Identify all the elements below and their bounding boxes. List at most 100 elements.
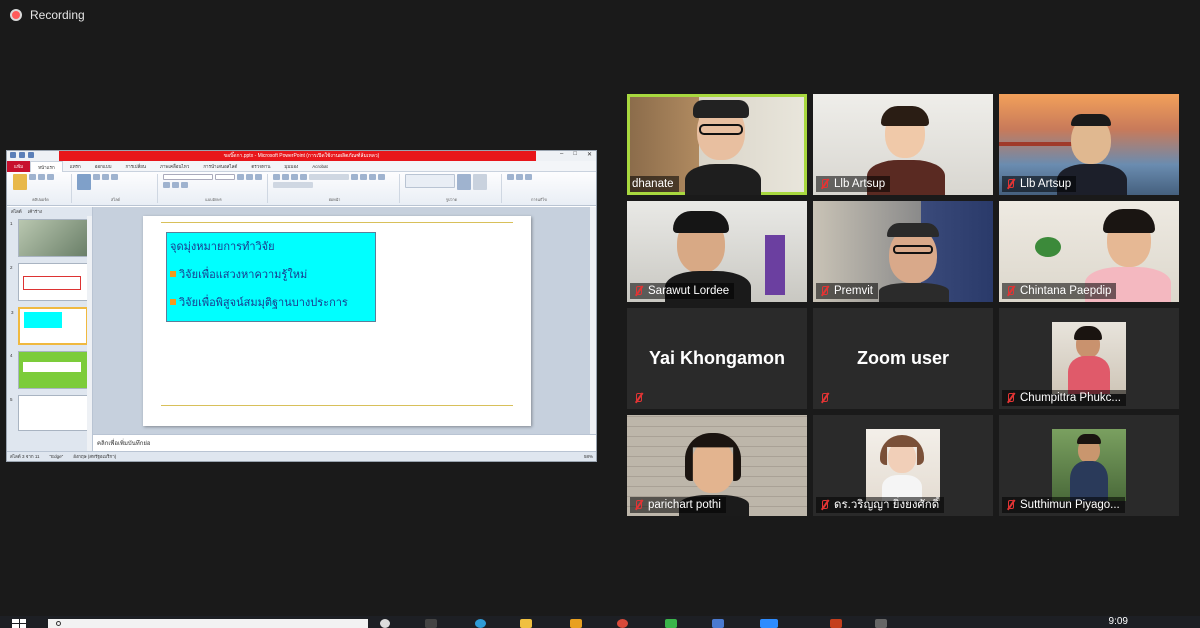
zoom-meeting-window: Recording ขอบิ๊ดกา.pptx - Microsoft Powe… — [0, 0, 1200, 628]
task-view-icon[interactable] — [425, 619, 437, 628]
tab-outline: เค้าร่าง — [27, 209, 42, 214]
participant-name: Sarawut Lordee — [630, 283, 735, 299]
participant-tile-profile-photo[interactable]: ดร.วริญญา ยิ่งยงศักดิ์ — [813, 415, 993, 516]
participant-name: Llb Artsup — [816, 176, 891, 192]
participant-name: Sutthimun Piyago... — [1002, 497, 1125, 513]
new-slide-icon — [77, 174, 91, 190]
participant-tile[interactable]: Premvit — [813, 201, 993, 302]
participant-tile[interactable]: Llb Artsup — [813, 94, 993, 195]
edge-icon[interactable] — [475, 619, 486, 628]
clock-time[interactable]: 9:09 — [1109, 616, 1128, 627]
mic-muted-icon — [632, 285, 644, 297]
mic-muted-icon — [632, 392, 644, 404]
slide-textbox: จุดมุ่งหมายการทำวิจัย วิจัยเพื่อแสวงหาคว… — [166, 232, 376, 322]
slide-bullet: วิจัยเพื่อแสวงหาความรู้ใหม่ — [170, 265, 372, 283]
zoom-level: 58% — [583, 454, 593, 459]
windows-start-icon[interactable] — [12, 619, 26, 628]
participant-tile[interactable]: Llb Artsup — [999, 94, 1179, 195]
current-slide: จุดมุ่งหมายการทำวิจัย วิจัยเพื่อแสวงหาคว… — [143, 216, 531, 426]
search-icon — [56, 621, 61, 626]
participant-tile-no-video[interactable]: Yai Khongamon — [627, 308, 807, 409]
zoom-icon[interactable] — [760, 619, 778, 628]
slide-thumbnails-pane: สไลด์ เค้าร่าง 1 2 3 4 5 — [7, 207, 93, 451]
taskbar-app-icon[interactable] — [570, 619, 582, 628]
slide-bullet: วิจัยเพื่อพิสูจน์สมมุติฐานบางประการ — [170, 293, 372, 311]
participant-tile[interactable]: parichart pothi — [627, 415, 807, 516]
tab-review: ตรวจทาน — [251, 163, 271, 169]
tab-slideshow: การนำเสนอสไลด์ — [203, 163, 238, 169]
participant-name — [630, 390, 649, 406]
slide-editor: จุดมุ่งหมายการทำวิจัย วิจัยเพื่อแสวงหาคว… — [93, 207, 596, 451]
mic-muted-icon — [818, 178, 830, 190]
file-explorer-icon[interactable] — [520, 619, 532, 628]
tab-acrobat: Acrobat — [312, 163, 328, 169]
mic-muted-icon — [818, 285, 830, 297]
mic-muted-icon — [1004, 499, 1016, 511]
tab-design: ออกแบบ — [94, 163, 112, 169]
ppt-window-title: ขอบิ๊ดกา.pptx - Microsoft PowerPoint (กา… — [223, 153, 380, 159]
ribbon-group-paragraph: ย่อหน้า — [270, 174, 400, 203]
participant-tile[interactable]: Chintana Paepdip — [999, 201, 1179, 302]
ppt-status-bar: สไลด์ 3 จาก 11 "Edge" อังกฤษ (สหรัฐอเมริ… — [7, 451, 596, 461]
minimize-icon: – — [560, 151, 564, 157]
tab-file: แฟ้ม — [7, 160, 31, 172]
participant-name: Llb Artsup — [1002, 176, 1077, 192]
chrome-icon[interactable] — [617, 619, 628, 628]
profile-photo — [1052, 429, 1126, 501]
recording-indicator[interactable]: Recording — [10, 8, 85, 22]
participant-name — [816, 390, 835, 406]
participant-name: dhanate — [630, 176, 679, 192]
save-icon — [10, 152, 16, 158]
thumbnail-scrollbar — [87, 216, 92, 451]
participant-name: Chintana Paepdip — [1002, 283, 1117, 299]
recording-dot-icon — [10, 9, 22, 21]
maximize-icon: □ — [573, 151, 577, 157]
mic-muted-icon — [632, 499, 644, 511]
participant-display-name: Yai Khongamon — [648, 348, 785, 368]
powerpoint-icon[interactable] — [830, 619, 842, 628]
participant-tile-profile-photo[interactable]: Chumpittra Phukc... — [999, 308, 1179, 409]
ribbon-group-editing: การแก้ไข — [504, 174, 574, 203]
mic-muted-icon — [1004, 392, 1016, 404]
ppt-title-bar: ขอบิ๊ดกา.pptx - Microsoft PowerPoint (กา… — [7, 151, 596, 161]
participant-name: ดร.วริญญา ยิ่งยงศักดิ์ — [816, 497, 945, 513]
tab-slides: สไลด์ — [11, 209, 22, 214]
slide-thumbnail: 2 — [10, 263, 88, 301]
shared-screen-powerpoint: ขอบิ๊ดกา.pptx - Microsoft PowerPoint (กา… — [6, 150, 597, 462]
tab-animations: ภาพเคลื่อนไหว — [160, 163, 190, 169]
participant-name: Chumpittra Phukc... — [1002, 390, 1126, 406]
windows-taskbar: 9:09 — [0, 616, 1200, 628]
find-icon — [507, 174, 514, 180]
mic-muted-icon — [818, 499, 830, 511]
tab-transitions: การเปลี่ยน — [125, 163, 146, 169]
slide-thumbnail: 4 — [10, 351, 88, 389]
ribbon-group-drawing: รูปวาด — [402, 174, 502, 203]
ppt-ribbon-tabs: แฟ้ม หน้าแรก แทรก ออกแบบ การเปลี่ยน ภาพเ… — [7, 160, 596, 172]
mic-muted-icon — [1004, 285, 1016, 297]
quick-access-toolbar — [10, 152, 34, 158]
cortana-icon[interactable] — [380, 619, 390, 628]
editor-scrollbar — [590, 207, 596, 451]
slide-title: จุดมุ่งหมายการทำวิจัย — [170, 240, 275, 253]
participant-tile[interactable]: Sarawut Lordee — [627, 201, 807, 302]
participant-name: parichart pothi — [630, 497, 726, 513]
taskbar-search-box[interactable] — [48, 619, 368, 628]
ppt-workspace: สไลด์ เค้าร่าง 1 2 3 4 5 จุดมุ่งหมายการทำ… — [7, 207, 596, 451]
taskbar-app-icon[interactable] — [875, 619, 887, 628]
participant-tile-active[interactable]: dhanate — [627, 94, 807, 195]
participant-tile-no-video[interactable]: Zoom user — [813, 308, 993, 409]
participant-display-name: Zoom user — [856, 348, 949, 368]
mic-muted-icon — [1004, 178, 1016, 190]
slide-thumbnail: 1 — [10, 219, 88, 257]
participant-tile-profile-photo[interactable]: Sutthimun Piyago... — [999, 415, 1179, 516]
line-icon[interactable] — [665, 619, 677, 628]
bullet-icon — [170, 299, 176, 305]
tab-insert: แทรก — [69, 163, 81, 169]
slide-thumbnail: 5 — [10, 395, 88, 431]
recording-label: Recording — [30, 8, 85, 22]
profile-photo — [866, 429, 940, 501]
taskbar-app-icon[interactable] — [712, 619, 724, 628]
mic-muted-icon — [818, 392, 830, 404]
ribbon-group-font: แบบอักษร — [160, 174, 268, 203]
ppt-ribbon: คลิปบอร์ด สไลด์ แบบอักษร ย่อหน้า รูปวาด … — [7, 172, 596, 206]
